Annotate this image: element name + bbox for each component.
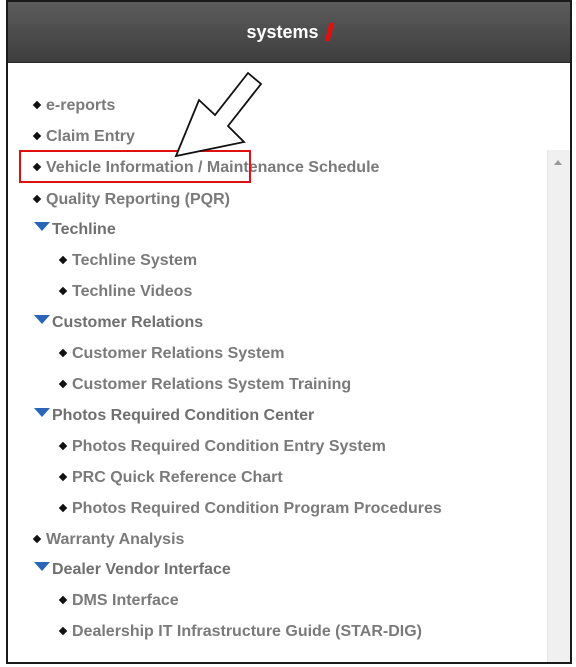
menu-item-techline-videos[interactable]: Techline Videos — [58, 282, 192, 302]
diamond-bullet-icon — [32, 100, 42, 110]
arrow-pointer-icon — [174, 71, 263, 158]
panel-header: systems — [8, 2, 570, 62]
diamond-bullet-icon — [32, 534, 42, 544]
section-customer-relations[interactable]: Customer Relations — [34, 313, 203, 333]
section-dealer-vendor-interface[interactable]: Dealer Vendor Interface — [34, 560, 231, 580]
diamond-bullet-icon — [58, 286, 68, 296]
diamond-bullet-icon — [58, 503, 68, 513]
menu-item-dms-interface[interactable]: DMS Interface — [58, 591, 179, 611]
diamond-bullet-icon — [32, 162, 42, 172]
menu-item-prc-quick-reference[interactable]: PRC Quick Reference Chart — [58, 468, 283, 488]
menu-item-claim-entry[interactable]: Claim Entry — [32, 127, 135, 147]
diamond-bullet-icon — [32, 194, 42, 204]
menu-item-star-dig[interactable]: Dealership IT Infrastructure Guide (STAR… — [58, 622, 422, 642]
vertical-scrollbar[interactable] — [547, 150, 570, 662]
menu-item-e-reports[interactable]: e-reports — [32, 96, 115, 116]
diamond-bullet-icon — [58, 472, 68, 482]
panel-title: systems — [246, 21, 319, 42]
triangle-down-icon — [34, 408, 50, 417]
triangle-down-icon — [34, 315, 50, 324]
diamond-bullet-icon — [58, 255, 68, 265]
triangle-down-icon — [34, 222, 50, 231]
menu-item-customer-relations-training[interactable]: Customer Relations System Training — [58, 375, 351, 395]
menu-item-techline-system[interactable]: Techline System — [58, 251, 197, 271]
menu-item-prc-entry-system[interactable]: Photos Required Condition Entry System — [58, 437, 386, 457]
diamond-bullet-icon — [58, 595, 68, 605]
menu-item-warranty-analysis[interactable]: Warranty Analysis — [32, 530, 184, 550]
scroll-up-arrow-icon[interactable] — [554, 160, 562, 165]
diamond-bullet-icon — [58, 441, 68, 451]
diamond-bullet-icon — [32, 131, 42, 141]
systems-panel: systems e-reports Claim Entry Vehicle In… — [6, 0, 572, 664]
triangle-down-icon — [34, 562, 50, 571]
section-techline[interactable]: Techline — [34, 220, 116, 240]
diamond-bullet-icon — [58, 626, 68, 636]
menu-item-prc-program-procedures[interactable]: Photos Required Condition Program Proced… — [58, 499, 442, 519]
diamond-bullet-icon — [58, 379, 68, 389]
diamond-bullet-icon — [58, 348, 68, 358]
slash-logo-icon — [324, 23, 334, 41]
section-photos-required-condition[interactable]: Photos Required Condition Center — [34, 406, 314, 426]
systems-menu: e-reports Claim Entry Vehicle Informatio… — [8, 62, 570, 662]
menu-item-quality-reporting[interactable]: Quality Reporting (PQR) — [32, 190, 230, 210]
menu-item-customer-relations-system[interactable]: Customer Relations System — [58, 344, 285, 364]
